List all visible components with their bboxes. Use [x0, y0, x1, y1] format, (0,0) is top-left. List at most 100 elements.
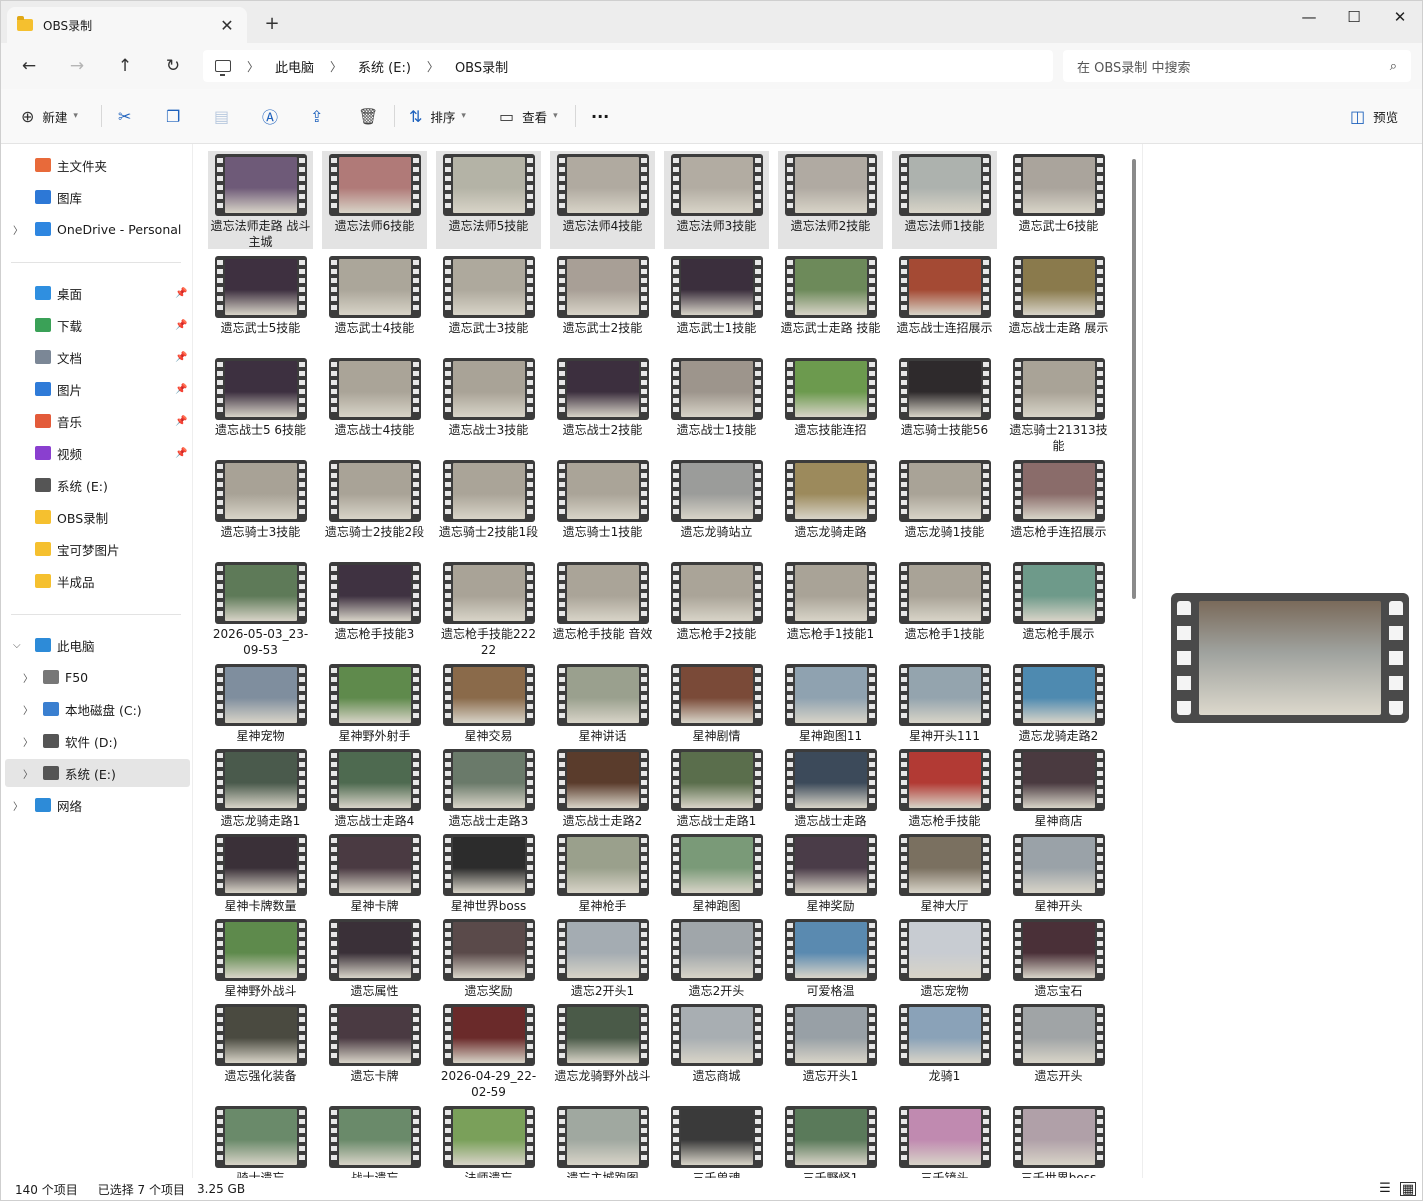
- more-options-button[interactable]: ···: [591, 104, 609, 128]
- file-item[interactable]: 遗忘武士4技能: [322, 253, 427, 351]
- chevron-down-icon[interactable]: ⌵: [13, 640, 21, 651]
- file-item[interactable]: 三千兽魂: [664, 1103, 769, 1178]
- file-item[interactable]: 星神奖励: [778, 831, 883, 913]
- chevron-right-icon[interactable]: 〉: [23, 734, 33, 749]
- sidebar-item[interactable]: 〉 OneDrive - Personal: [5, 215, 190, 243]
- file-item[interactable]: 遗忘宝石: [1006, 916, 1111, 998]
- file-item[interactable]: 遗忘法师5技能: [436, 151, 541, 249]
- file-item[interactable]: 2026-04-29_22-02-59: [436, 1001, 541, 1099]
- file-item[interactable]: 遗忘武士2技能: [550, 253, 655, 351]
- sidebar-item[interactable]: 〉 系统 (E:): [5, 759, 190, 787]
- file-item[interactable]: 遗忘主城跑图: [550, 1103, 655, 1178]
- file-item[interactable]: 三千镜头: [892, 1103, 997, 1178]
- sidebar-item[interactable]: 主文件夹: [5, 151, 190, 179]
- file-item[interactable]: 遗忘法师6技能: [322, 151, 427, 249]
- file-item[interactable]: 星神卡牌: [322, 831, 427, 913]
- file-item[interactable]: 遗忘武士走路 技能: [778, 253, 883, 351]
- sidebar-item[interactable]: OBS录制: [5, 503, 190, 531]
- file-item[interactable]: 遗忘龙骑1技能: [892, 457, 997, 555]
- file-item[interactable]: 星神野外战斗: [208, 916, 313, 998]
- file-item[interactable]: 遗忘战士走路1: [664, 746, 769, 828]
- file-item[interactable]: 遗忘枪手1技能: [892, 559, 997, 657]
- file-item[interactable]: 遗忘战士3技能: [436, 355, 541, 453]
- refresh-button[interactable]: ↻: [158, 51, 188, 81]
- file-item[interactable]: 遗忘强化装备: [208, 1001, 313, 1083]
- file-item[interactable]: 遗忘战士走路 展示: [1006, 253, 1111, 351]
- file-item[interactable]: 骑士遗忘: [208, 1103, 313, 1178]
- file-item[interactable]: 遗忘战士走路3: [436, 746, 541, 828]
- file-item[interactable]: 星神野外射手: [322, 661, 427, 743]
- file-item[interactable]: 遗忘龙骑站立: [664, 457, 769, 555]
- maximize-button[interactable]: ☐: [1331, 5, 1377, 29]
- file-item[interactable]: 星神讲话: [550, 661, 655, 743]
- sidebar-item[interactable]: 〉 本地磁盘 (C:): [5, 695, 190, 723]
- sidebar-item[interactable]: 〉 F50: [5, 663, 190, 691]
- sidebar-item[interactable]: 半成品: [5, 567, 190, 595]
- chevron-right-icon[interactable]: 〉: [23, 702, 33, 717]
- copy-button[interactable]: ❐: [166, 104, 188, 128]
- file-item[interactable]: 星神跑图11: [778, 661, 883, 743]
- file-item[interactable]: 遗忘战士走路: [778, 746, 883, 828]
- file-item[interactable]: 遗忘技能连招: [778, 355, 883, 453]
- sidebar-item[interactable]: 〉 软件 (D:): [5, 727, 190, 755]
- file-item[interactable]: 遗忘战士连招展示: [892, 253, 997, 351]
- chevron-right-icon[interactable]: 〉: [13, 798, 23, 813]
- file-item[interactable]: 遗忘龙骑走路1: [208, 746, 313, 828]
- file-item[interactable]: 遗忘枪手技能3: [322, 559, 427, 657]
- file-item[interactable]: 遗忘卡牌: [322, 1001, 427, 1083]
- file-item[interactable]: 星神剧情: [664, 661, 769, 743]
- chevron-right-icon[interactable]: 〉: [23, 670, 33, 685]
- file-item[interactable]: 遗忘枪手展示: [1006, 559, 1111, 657]
- search-box[interactable]: 在 OBS录制 中搜索 ⌕: [1063, 50, 1411, 82]
- file-item[interactable]: 星神跑图: [664, 831, 769, 913]
- file-item[interactable]: 龙骑1: [892, 1001, 997, 1083]
- file-item[interactable]: 三千世界boss: [1006, 1103, 1111, 1178]
- file-item[interactable]: 遗忘枪手技能22222: [436, 559, 541, 657]
- file-item[interactable]: 遗忘开头: [1006, 1001, 1111, 1083]
- sidebar-item[interactable]: 图库: [5, 183, 190, 211]
- sidebar-item[interactable]: 下载 📌: [5, 311, 190, 339]
- file-item[interactable]: 遗忘法师走路 战斗 主城: [208, 151, 313, 249]
- file-item[interactable]: 遗忘枪手2技能: [664, 559, 769, 657]
- tab-obs[interactable]: OBS录制 ✕: [7, 7, 247, 43]
- file-item[interactable]: 遗忘枪手技能 音效: [550, 559, 655, 657]
- sidebar-item[interactable]: 图片 📌: [5, 375, 190, 403]
- sidebar-item[interactable]: ⌵ 此电脑: [5, 631, 190, 659]
- breadcrumb-drive-e[interactable]: 系统 (E:): [358, 57, 411, 76]
- file-item[interactable]: 星神开头: [1006, 831, 1111, 913]
- minimize-button[interactable]: —: [1286, 5, 1332, 29]
- file-item[interactable]: 遗忘骑士21313技能: [1006, 355, 1111, 453]
- delete-button[interactable]: 🗑: [358, 104, 386, 128]
- vertical-scrollbar[interactable]: [1132, 159, 1136, 599]
- file-item[interactable]: 星神卡牌数量: [208, 831, 313, 913]
- file-item[interactable]: 遗忘龙骑走路: [778, 457, 883, 555]
- new-button[interactable]: ⊕ 新建 ▾: [21, 104, 78, 128]
- tab-close-icon[interactable]: ✕: [217, 16, 237, 35]
- file-item[interactable]: 遗忘2开头1: [550, 916, 655, 998]
- new-tab-button[interactable]: +: [259, 11, 285, 37]
- file-item[interactable]: 遗忘战士走路4: [322, 746, 427, 828]
- tiles-view-icon[interactable]: ▦: [1400, 1182, 1416, 1197]
- file-item[interactable]: 遗忘武士5技能: [208, 253, 313, 351]
- breadcrumb-this-pc[interactable]: 此电脑: [275, 57, 314, 76]
- file-item[interactable]: 遗忘属性: [322, 916, 427, 998]
- up-button[interactable]: ↑: [110, 51, 140, 81]
- file-item[interactable]: 遗忘骑士2技能2段: [322, 457, 427, 555]
- paste-button[interactable]: ▤: [214, 104, 237, 128]
- view-button[interactable]: ▭ 查看 ▾: [499, 104, 558, 128]
- file-item[interactable]: 遗忘骑士1技能: [550, 457, 655, 555]
- details-view-icon[interactable]: ☰: [1377, 1182, 1393, 1196]
- file-item[interactable]: 遗忘战士2技能: [550, 355, 655, 453]
- back-button[interactable]: ←: [14, 51, 44, 81]
- file-item[interactable]: 可爱格温: [778, 916, 883, 998]
- file-item[interactable]: 遗忘龙骑野外战斗: [550, 1001, 655, 1083]
- file-item[interactable]: 遗忘骑士技能56: [892, 355, 997, 453]
- file-item[interactable]: 遗忘法师2技能: [778, 151, 883, 249]
- file-item[interactable]: 法师遗忘: [436, 1103, 541, 1178]
- file-item[interactable]: 星神宠物: [208, 661, 313, 743]
- file-item[interactable]: 遗忘宠物: [892, 916, 997, 998]
- file-item[interactable]: 星神开头111: [892, 661, 997, 743]
- forward-button[interactable]: →: [62, 51, 92, 81]
- file-item[interactable]: 星神世界boss: [436, 831, 541, 913]
- file-item[interactable]: 星神大厅: [892, 831, 997, 913]
